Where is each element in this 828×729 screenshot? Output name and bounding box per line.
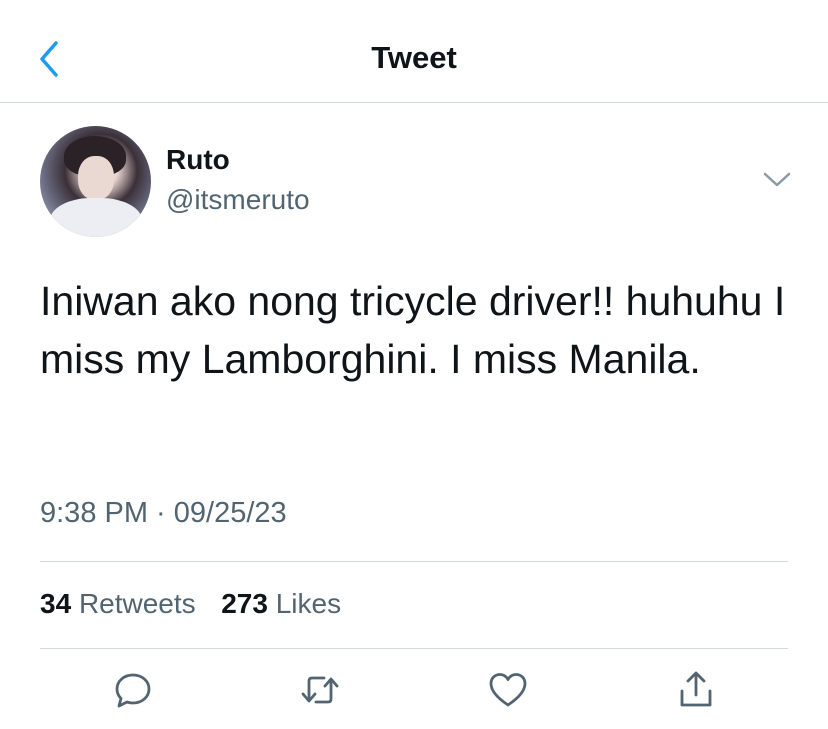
retweet-icon bbox=[301, 676, 339, 704]
share-button[interactable] bbox=[674, 668, 718, 712]
top-bar: Tweet bbox=[0, 0, 828, 103]
divider-top bbox=[40, 561, 788, 562]
reply-button[interactable] bbox=[111, 668, 155, 712]
retweet-count: 34 bbox=[40, 588, 72, 619]
avatar-face bbox=[78, 156, 114, 200]
avatar[interactable] bbox=[40, 126, 151, 237]
tweet-text: Iniwan ako nong tricycle driver!! huhuhu… bbox=[40, 278, 786, 382]
avatar-shirt bbox=[50, 198, 142, 237]
likes-label: Likes bbox=[275, 588, 342, 619]
retweets-link[interactable]: 34 Retweets bbox=[40, 588, 203, 619]
page-title: Tweet bbox=[371, 40, 457, 75]
likes-link[interactable]: 273 Likes bbox=[221, 588, 341, 619]
tweet-time: 9:38 PM bbox=[40, 497, 148, 529]
engagement-stats: 34 Retweets 273 Likes bbox=[40, 588, 341, 620]
more-options-button[interactable] bbox=[760, 168, 794, 192]
like-count: 273 bbox=[221, 588, 268, 619]
author-handle[interactable]: @itsmeruto bbox=[166, 184, 310, 216]
chevron-down-icon bbox=[763, 172, 791, 187]
action-bar bbox=[0, 668, 828, 716]
share-icon bbox=[680, 671, 712, 707]
tweet-timestamp[interactable]: 9:38 PM · 09/25/23 bbox=[40, 497, 287, 530]
like-icon bbox=[489, 673, 527, 707]
retweets-label: Retweets bbox=[78, 588, 196, 619]
reply-icon bbox=[115, 673, 151, 708]
divider-bottom bbox=[40, 648, 788, 649]
tweet-date: 09/25/23 bbox=[173, 497, 287, 529]
author-name[interactable]: Ruto bbox=[166, 144, 230, 176]
retweet-button[interactable] bbox=[298, 668, 342, 712]
meta-separator: · bbox=[148, 497, 174, 529]
like-button[interactable] bbox=[486, 668, 530, 712]
